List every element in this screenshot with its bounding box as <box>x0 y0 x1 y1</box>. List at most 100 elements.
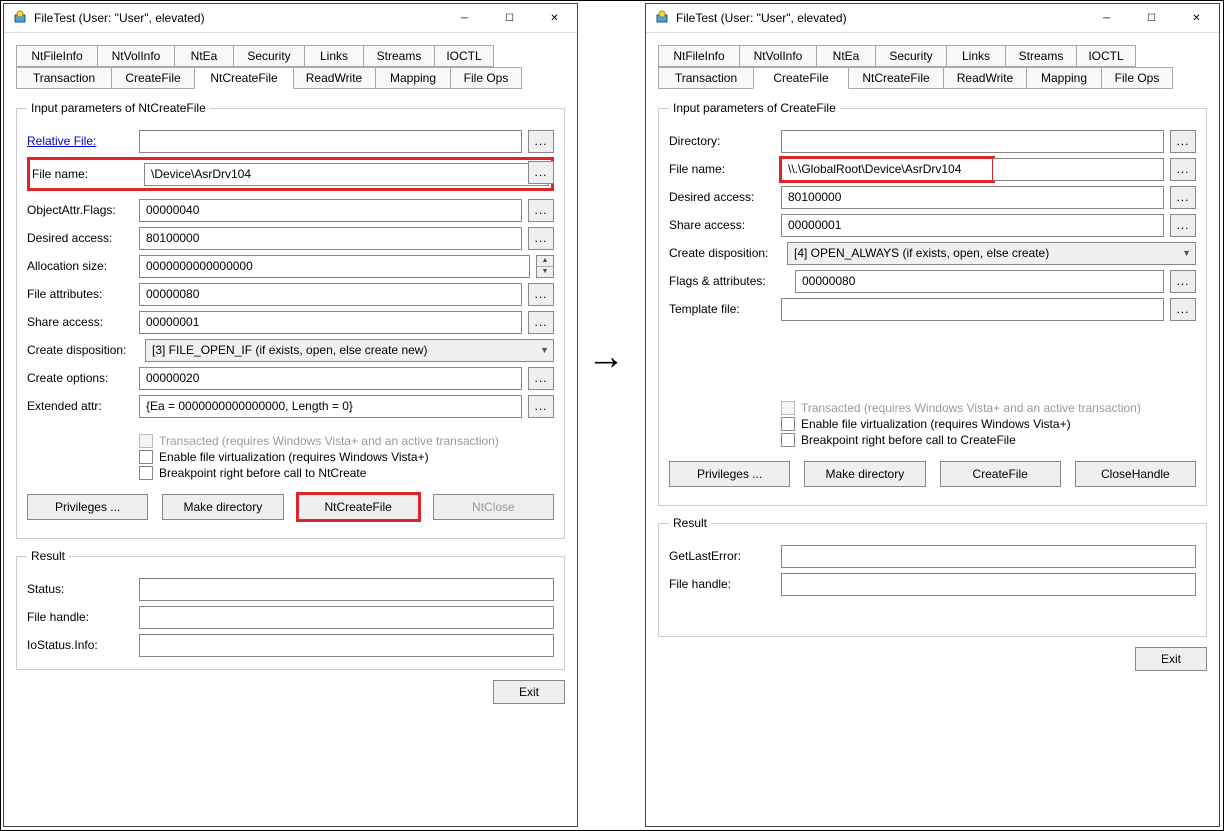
ext-attr-input[interactable]: {Ea = 0000000000000000, Length = 0} <box>139 395 522 418</box>
tab-ntvolinfo[interactable]: NtVolInfo <box>97 45 175 67</box>
make-directory-button[interactable]: Make directory <box>804 461 925 487</box>
template-file-input[interactable] <box>781 298 1164 321</box>
virtualization-checkbox[interactable] <box>139 450 153 464</box>
tab-security[interactable]: Security <box>233 45 305 67</box>
relative-file-label[interactable]: Relative File: <box>27 134 139 148</box>
breakpoint-checkbox[interactable] <box>139 466 153 480</box>
share-access-input[interactable]: 00000001 <box>139 311 522 334</box>
tab-fileops[interactable]: File Ops <box>450 67 522 89</box>
create-disp-value: [4] OPEN_ALWAYS (if exists, open, else c… <box>794 245 1049 262</box>
exit-button[interactable]: Exit <box>493 680 565 704</box>
relative-file-input[interactable] <box>139 130 522 153</box>
maximize-button[interactable]: ☐ <box>1129 4 1174 33</box>
privileges-button[interactable]: Privileges ... <box>669 461 790 487</box>
directory-browse-button[interactable]: ... <box>1170 130 1196 153</box>
template-file-label: Template file: <box>669 302 781 316</box>
transacted-label: Transacted (requires Windows Vista+ and … <box>159 434 499 448</box>
desired-access-input[interactable]: 80100000 <box>139 227 522 250</box>
tab-ntvolinfo[interactable]: NtVolInfo <box>739 45 817 67</box>
tab-transaction[interactable]: Transaction <box>16 67 112 89</box>
desired-access-label: Desired access: <box>27 231 139 245</box>
share-access-button[interactable]: ... <box>1170 214 1196 237</box>
tab-ntfileinfo[interactable]: NtFileInfo <box>16 45 98 67</box>
alloc-size-spinner[interactable]: ▲▼ <box>536 255 554 278</box>
tab-ntfileinfo[interactable]: NtFileInfo <box>658 45 740 67</box>
privileges-button[interactable]: Privileges ... <box>27 494 148 520</box>
share-access-button[interactable]: ... <box>528 311 554 334</box>
file-attr-input[interactable]: 00000080 <box>139 283 522 306</box>
tab-ntcreatefile[interactable]: NtCreateFile <box>848 67 944 89</box>
tab-links[interactable]: Links <box>946 45 1006 67</box>
createfile-button[interactable]: CreateFile <box>940 461 1061 487</box>
template-file-button[interactable]: ... <box>1170 298 1196 321</box>
group-input-params-title: Input parameters of NtCreateFile <box>27 101 210 115</box>
tab-mapping[interactable]: Mapping <box>375 67 451 89</box>
minimize-button[interactable]: ─ <box>442 4 487 33</box>
objectattr-flags-input[interactable]: 00000040 <box>139 199 522 222</box>
flags-attr-input[interactable]: 00000080 <box>795 270 1164 293</box>
tab-readwrite[interactable]: ReadWrite <box>292 67 376 89</box>
create-disp-select[interactable]: [3] FILE_OPEN_IF (if exists, open, else … <box>145 339 554 362</box>
tab-transaction[interactable]: Transaction <box>658 67 754 89</box>
tab-ioctl[interactable]: IOCTL <box>1076 45 1136 67</box>
ntcreatefile-button[interactable]: NtCreateFile <box>298 494 419 520</box>
desired-access-button[interactable]: ... <box>1170 186 1196 209</box>
tab-ntea[interactable]: NtEa <box>816 45 876 67</box>
closehandle-button[interactable]: CloseHandle <box>1075 461 1196 487</box>
objectattr-flags-button[interactable]: ... <box>528 199 554 222</box>
tab-createfile[interactable]: CreateFile <box>753 67 849 89</box>
file-attr-button[interactable]: ... <box>528 283 554 306</box>
iostatus-info-label: IoStatus.Info: <box>27 638 139 652</box>
titlebar: FileTest (User: "User", elevated) ─ ☐ ✕ <box>646 4 1219 33</box>
directory-input[interactable] <box>781 130 1164 153</box>
tab-fileops[interactable]: File Ops <box>1101 67 1173 89</box>
file-attr-label: File attributes: <box>27 287 139 301</box>
file-handle-label: File handle: <box>669 577 781 591</box>
create-opts-button[interactable]: ... <box>528 367 554 390</box>
file-name-input[interactable]: \\.\GlobalRoot\Device\AsrDrv104 <box>781 158 993 181</box>
share-access-label: Share access: <box>27 315 139 329</box>
file-name-browse-button[interactable]: ... <box>528 161 554 184</box>
desired-access-button[interactable]: ... <box>528 227 554 250</box>
file-handle-label: File handle: <box>27 610 139 624</box>
virtualization-checkbox[interactable] <box>781 417 795 431</box>
close-button[interactable]: ✕ <box>532 4 577 33</box>
create-opts-label: Create options: <box>27 371 139 385</box>
exit-button[interactable]: Exit <box>1135 647 1207 671</box>
share-access-input[interactable]: 00000001 <box>781 214 1164 237</box>
ext-attr-button[interactable]: ... <box>528 395 554 418</box>
create-opts-input[interactable]: 00000020 <box>139 367 522 390</box>
tab-ntcreatefile[interactable]: NtCreateFile <box>194 67 294 89</box>
alloc-size-input[interactable]: 0000000000000000 <box>139 255 530 278</box>
minimize-button[interactable]: ─ <box>1084 4 1129 33</box>
tab-links[interactable]: Links <box>304 45 364 67</box>
tab-mapping[interactable]: Mapping <box>1026 67 1102 89</box>
file-name-input[interactable]: \Device\AsrDrv104 <box>144 163 549 186</box>
breakpoint-checkbox[interactable] <box>781 433 795 447</box>
tab-security[interactable]: Security <box>875 45 947 67</box>
getlasterror-label: GetLastError: <box>669 549 781 563</box>
app-icon <box>654 10 670 26</box>
create-disp-select[interactable]: [4] OPEN_ALWAYS (if exists, open, else c… <box>787 242 1196 265</box>
tab-createfile[interactable]: CreateFile <box>111 67 195 89</box>
tab-streams[interactable]: Streams <box>1005 45 1077 67</box>
close-button[interactable]: ✕ <box>1174 4 1219 33</box>
file-name-input-rest[interactable] <box>993 158 1164 181</box>
file-name-browse-button[interactable]: ... <box>1170 158 1196 181</box>
create-disp-value: [3] FILE_OPEN_IF (if exists, open, else … <box>152 342 427 359</box>
arrow-right-icon: → <box>587 336 625 379</box>
tab-streams[interactable]: Streams <box>363 45 435 67</box>
tab-readwrite[interactable]: ReadWrite <box>943 67 1027 89</box>
make-directory-button[interactable]: Make directory <box>162 494 283 520</box>
relative-file-browse-button[interactable]: ... <box>528 130 554 153</box>
tab-ioctl[interactable]: IOCTL <box>434 45 494 67</box>
tab-ntea[interactable]: NtEa <box>174 45 234 67</box>
flags-attr-button[interactable]: ... <box>1170 270 1196 293</box>
ntclose-button[interactable]: NtClose <box>433 494 554 520</box>
maximize-button[interactable]: ☐ <box>487 4 532 33</box>
desired-access-input[interactable]: 80100000 <box>781 186 1164 209</box>
transacted-checkbox <box>139 434 153 448</box>
window-createfile: FileTest (User: "User", elevated) ─ ☐ ✕ … <box>645 3 1220 827</box>
share-access-label: Share access: <box>669 218 781 232</box>
getlasterror-output <box>781 545 1196 568</box>
